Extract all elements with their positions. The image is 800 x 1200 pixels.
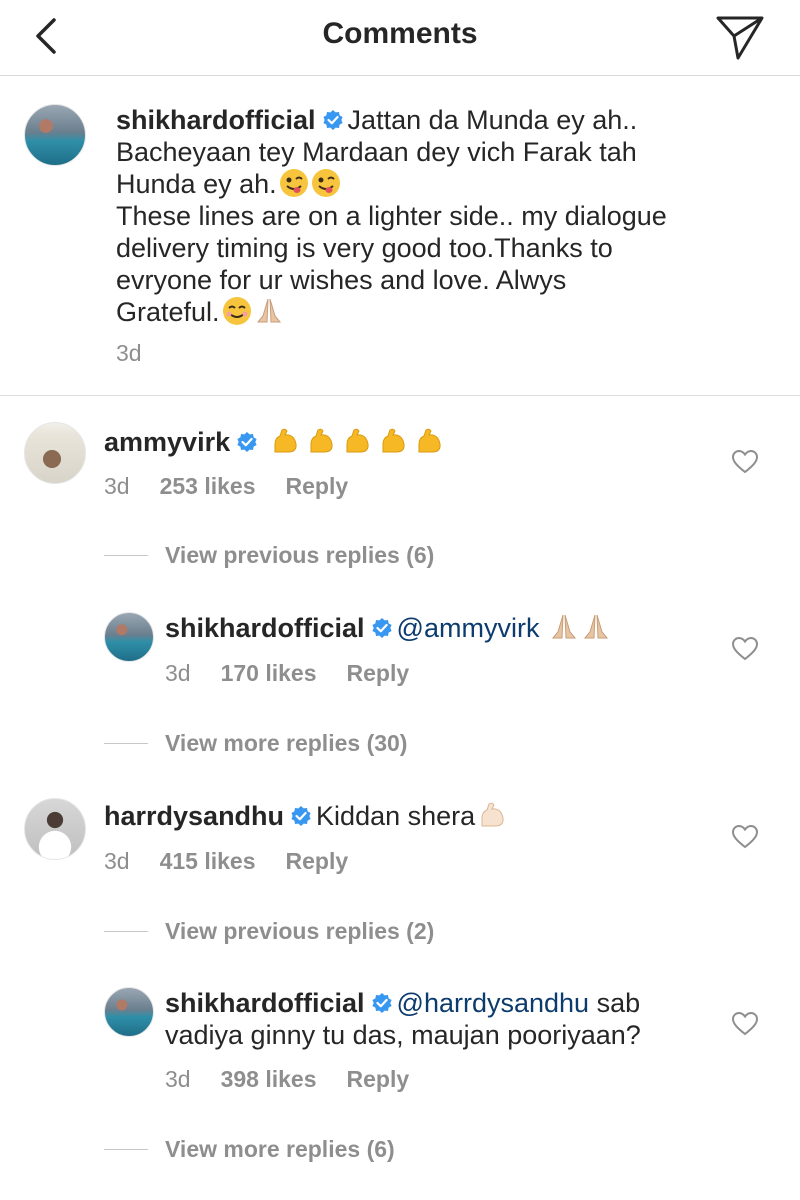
avatar[interactable]: [104, 987, 154, 1037]
reply-timestamp: 3d: [165, 1066, 191, 1092]
mention-link[interactable]: @ammyvirk: [397, 613, 540, 643]
likes-count[interactable]: 253 likes: [160, 473, 256, 499]
reply-username[interactable]: shikhardofficial: [165, 613, 365, 643]
avatar[interactable]: [24, 104, 86, 166]
flexed-biceps-emoji-icon: [382, 428, 405, 453]
reply-username[interactable]: shikhardofficial: [165, 988, 365, 1018]
flexed-biceps-emoji-icon: [310, 428, 333, 453]
likes-count[interactable]: 415 likes: [160, 848, 256, 874]
caption-line: Bacheyaan tey Mardaan dey vich Farak tah: [116, 137, 637, 167]
likes-count[interactable]: 170 likes: [221, 660, 317, 686]
caption-line: evryone for ur wishes and love. Alwys: [116, 265, 567, 295]
reply-body: sab: [596, 988, 641, 1018]
reply-button[interactable]: Reply: [286, 473, 349, 499]
replies-divider: [104, 555, 148, 556]
caption-username[interactable]: shikhardofficial: [116, 105, 316, 135]
caption-line: Hunda ey ah.: [116, 169, 277, 199]
reply-button[interactable]: Reply: [347, 660, 410, 686]
winking-tongue-emoji-icon: [279, 169, 308, 197]
flexed-biceps-emoji-icon: [274, 428, 297, 453]
smiling-emoji-icon: [222, 297, 251, 325]
view-previous-replies-link[interactable]: View previous replies (2): [165, 918, 434, 945]
flexed-biceps-emoji-icon: [481, 802, 504, 827]
mention-link[interactable]: @harrdysandhu: [397, 988, 590, 1018]
folded-hands-emoji-icon: [583, 614, 609, 639]
reply-text: shikhardofficial @ammyvirk: [165, 612, 705, 644]
folded-hands-emoji-icon: [256, 298, 281, 323]
avatar[interactable]: [24, 798, 86, 860]
reply-body-line2: vadiya ginny tu das, maujan pooriyaan?: [165, 1020, 641, 1050]
reply-meta: 3d 398 likes Reply: [165, 1066, 439, 1093]
verified-badge-icon: [237, 432, 257, 452]
comment-username[interactable]: ammyvirk: [104, 427, 230, 457]
caption-line: Jattan da Munda ey ah..: [347, 105, 638, 135]
comment-timestamp: 3d: [104, 473, 130, 499]
reply-meta: 3d 170 likes Reply: [165, 660, 439, 687]
send-icon[interactable]: [714, 10, 766, 62]
reply-button[interactable]: Reply: [347, 1066, 410, 1092]
comment-meta: 3d 415 likes Reply: [104, 848, 378, 875]
verified-badge-icon: [322, 110, 343, 130]
folded-hands-emoji-icon: [551, 614, 577, 639]
verified-badge-icon: [291, 806, 311, 826]
top-bar: Comments: [0, 0, 800, 76]
comment-text: ammyvirk: [104, 426, 704, 458]
comment-username[interactable]: harrdysandhu: [104, 801, 284, 831]
avatar[interactable]: [24, 422, 86, 484]
heart-icon[interactable]: [732, 637, 758, 661]
winking-tongue-emoji-icon: [311, 169, 340, 197]
caption-line: delivery timing is very good too.Thanks …: [116, 233, 613, 263]
page-title: Comments: [322, 17, 478, 50]
caption-line: These lines are on a lighter side.. my d…: [116, 201, 667, 231]
caption-line: Grateful.: [116, 297, 220, 327]
flexed-biceps-emoji-icon: [418, 428, 441, 453]
heart-icon[interactable]: [732, 450, 758, 474]
view-more-replies-link[interactable]: View more replies (6): [165, 1136, 395, 1163]
replies-divider: [104, 743, 148, 744]
replies-divider: [104, 1149, 148, 1150]
caption-text: shikhardofficial Jattan da Munda ey ah.. …: [116, 104, 716, 328]
view-previous-replies-link[interactable]: View previous replies (6): [165, 542, 434, 569]
verified-badge-icon: [371, 993, 392, 1013]
flexed-biceps-emoji-icon: [346, 428, 369, 453]
comment-text: harrdysandhu Kiddan shera: [104, 800, 704, 832]
heart-icon[interactable]: [732, 825, 758, 849]
verified-badge-icon: [371, 618, 392, 638]
reply-button[interactable]: Reply: [286, 848, 349, 874]
reply-text: shikhardofficial @harrdysandhu sab vadiya…: [165, 987, 725, 1051]
avatar[interactable]: [104, 612, 154, 662]
comment-timestamp: 3d: [104, 848, 130, 874]
comment-body: Kiddan shera: [316, 801, 476, 831]
view-more-replies-link[interactable]: View more replies (30): [165, 730, 407, 757]
heart-icon[interactable]: [732, 1012, 758, 1036]
comment-meta: 3d 253 likes Reply: [104, 473, 378, 500]
likes-count[interactable]: 398 likes: [221, 1066, 317, 1092]
caption-timestamp: 3d: [116, 340, 142, 366]
replies-divider: [104, 931, 148, 932]
reply-timestamp: 3d: [165, 660, 191, 686]
